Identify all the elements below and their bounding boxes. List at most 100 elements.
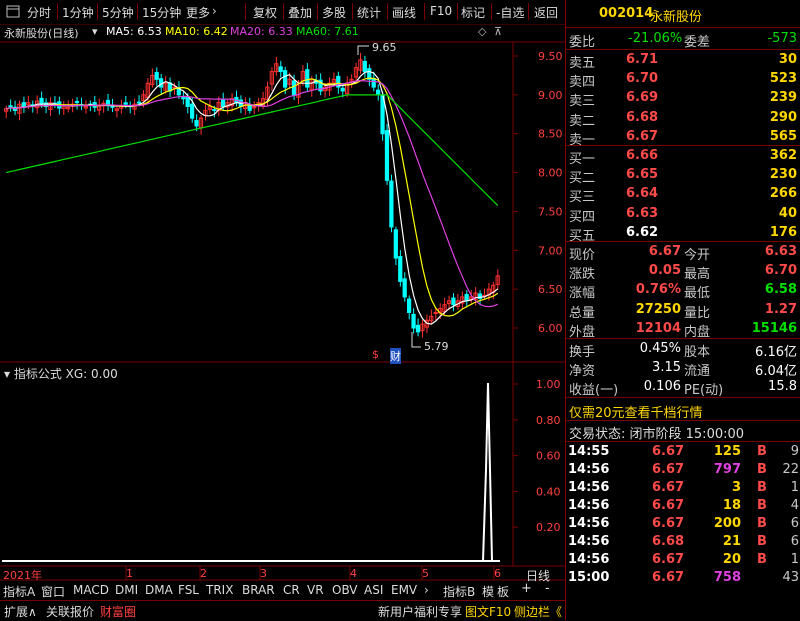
candle-body [74,100,80,104]
indicator-axis-label: 0.80 [536,414,561,427]
tab-indicator-a[interactable]: 指标A [3,583,35,600]
stat-value: 6.67 [648,244,681,259]
candle-body [389,180,394,228]
candle-body [172,86,177,89]
tab-vr[interactable]: VR [307,583,324,597]
sell-volume: 290 [769,109,797,125]
candle-body [190,103,195,119]
stat-value: 12104 [635,320,681,336]
weicha-label: 委差 [684,35,711,50]
ma60-line [6,94,499,207]
fin-value: 0.45% [639,341,681,356]
stat-value-2: 6.63 [764,244,797,259]
remove-indicator-button[interactable]: - [545,581,550,596]
tick-volume: 20 [722,552,741,567]
tab-dmi[interactable]: DMI [115,583,138,597]
tick-row: 14:55 6.67 125 B 9 [566,443,800,462]
candle-body [221,99,226,108]
tick-side: B [757,480,767,495]
tab-window[interactable]: 窗口 [41,583,65,600]
indicator-formula: 指标公式 XG: 0.00 [13,367,118,381]
tab-indicator-b[interactable]: 指标B [443,583,475,600]
candle-body [433,311,438,314]
indicator-axis-label: 0.60 [536,450,561,463]
sell-price: 6.70 [626,71,659,87]
candle-body [402,278,407,298]
sell-row: 卖四 6.70 523 [566,70,800,90]
tab-brar[interactable]: BRAR [242,583,275,597]
tab-macd[interactable]: MACD [73,583,109,597]
tick-volume: 200 [713,516,741,531]
buy-row: 买一 6.66 362 [566,147,800,167]
sidebar-toggle-button[interactable]: 侧边栏《 [514,603,562,620]
tab-asi[interactable]: ASI [364,583,383,597]
tick-side: B [757,444,767,459]
fortune-circle-button[interactable]: 财富圈 [100,603,136,620]
tab-fsl[interactable]: FSL [178,583,199,597]
weicha-value: -573 [767,31,797,46]
candle-body [407,298,412,313]
tick-row: 14:56 6.68 21 B 6 [566,533,800,552]
tick-time: 14:56 [568,552,610,567]
sell-level-label: 卖三 [569,94,596,110]
fin-label-2: 流通 [684,364,711,380]
tick-price: 6.67 [652,498,685,513]
new-user-benefit-link[interactable]: 新用户福利专享 [378,603,462,620]
promo-link[interactable]: 仅需20元查看千档行情 [569,402,703,421]
tick-volume: 758 [713,570,741,585]
tick-row: 14:56 6.67 3 B 1 [566,479,800,498]
tab-cr[interactable]: CR [283,583,300,597]
sell-row: 卖五 6.71 30 [566,51,800,71]
tick-side: B [757,498,767,513]
candle-body [305,69,310,88]
related-quote-button[interactable]: 关联报价 [46,603,94,620]
fin-label: 收益(一) [569,383,619,399]
tab-dma[interactable]: DMA [145,583,173,597]
stat-label-2: 量比 [684,305,711,321]
fin-label: 净资 [569,364,596,380]
tab-board[interactable]: 板 [497,583,509,600]
candle-body [398,256,403,282]
finance-marker-icon[interactable]: 财 [390,348,401,364]
tick-side: B [757,516,767,531]
dividend-marker-icon[interactable]: $ [372,348,379,361]
f10-graphic-button[interactable]: 图文F10 [465,603,511,620]
tick-row: 14:56 6.67 200 B 6 [566,515,800,534]
tick-row: 14:56 6.67 18 B 4 [566,497,800,516]
tick-price: 6.67 [652,480,685,495]
candle-body [278,66,283,73]
buy-volume: 266 [769,186,797,202]
buy-row: 买三 6.64 266 [566,185,800,205]
tick-volume: 797 [713,462,741,477]
tick-side: B [757,552,767,567]
tab-obv[interactable]: OBV [332,583,358,597]
tab-emv[interactable]: EMV [391,583,417,597]
kline-chart[interactable]: 9.50 9.00 8.50 8.00 7.50 7.00 6.50 6.00 1.00 0.8… [0,0,565,600]
trade-status: 交易状态: 闭市阶段 15:00:00 [569,427,745,442]
sell-price: 6.68 [626,109,659,125]
low-pointer [411,332,421,348]
expand-button[interactable]: 扩展∧ [4,603,37,620]
price-axis-label: 7.50 [538,205,563,218]
candle-body [185,96,190,108]
ma10-line [6,77,499,317]
tabs-scroll-right-icon[interactable]: › [424,583,429,597]
tick-row: 14:56 6.67 797 B 22 [566,461,800,480]
stat-row: 外盘 12104 内盘 15146 [566,320,800,340]
candle-body [39,97,44,105]
sell-price: 6.69 [626,90,659,106]
indicator-axis-label: 1.00 [536,378,561,391]
stat-label: 总量 [569,305,596,321]
tick-count: 22 [782,462,799,477]
add-indicator-button[interactable]: + [521,581,532,596]
buy-row: 买五 6.62 176 [566,224,800,244]
tick-volume: 18 [722,498,741,513]
candle-body [8,105,13,108]
tab-template[interactable]: 模 [482,583,494,600]
tick-row: 14:56 6.67 20 B 1 [566,551,800,570]
buy-level-label: 买四 [569,209,596,225]
tick-count: 6 [790,534,799,549]
tab-trix[interactable]: TRIX [206,583,233,597]
buy-price: 6.65 [626,167,659,183]
candle-body [415,324,421,333]
